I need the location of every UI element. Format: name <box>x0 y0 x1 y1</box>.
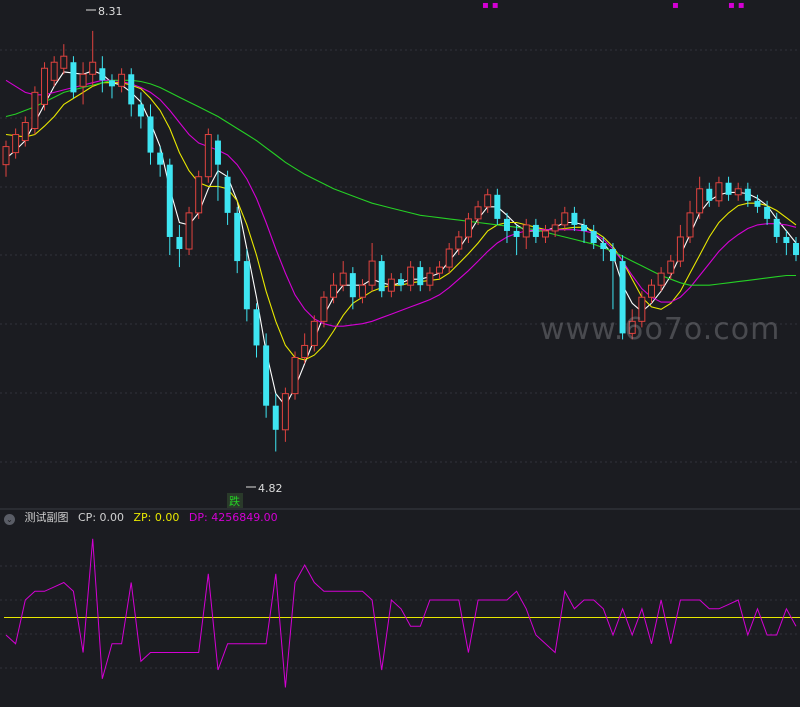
candle-body-down <box>590 230 597 243</box>
candle-body-down <box>513 230 520 237</box>
candle-body-down <box>70 62 77 93</box>
candle-body-up <box>686 212 694 238</box>
candle-body-up <box>195 176 203 214</box>
candle-body-down <box>108 80 115 87</box>
candle-body-up <box>301 344 309 358</box>
candle-body-down <box>176 236 183 250</box>
candle-body-up <box>50 61 58 81</box>
signal-badge: 跌 <box>229 494 240 508</box>
dp-line <box>5 538 797 688</box>
candle-body-up <box>60 55 68 69</box>
candle-body-down <box>263 345 270 406</box>
candle-body-down <box>147 116 154 153</box>
candle-body-down <box>243 261 250 310</box>
candle-body-up <box>79 73 87 87</box>
candle-body-up <box>320 296 328 322</box>
candle-body-down <box>494 194 501 219</box>
candle-body-down <box>532 224 539 237</box>
candle-body-up <box>676 236 684 262</box>
candle-body-up <box>387 278 395 292</box>
candle-body-down <box>272 405 279 430</box>
candle-body-down <box>764 206 771 219</box>
indicator-title[interactable]: 测试副图 <box>25 511 69 524</box>
candle-body-down <box>99 68 106 81</box>
candle-body-up <box>185 212 193 250</box>
candle-body-up <box>436 266 444 274</box>
candle-body-up <box>2 146 10 166</box>
candle-body-up <box>426 272 434 286</box>
indicator-header: ⌄ 测试副图 CP: 0.00 ZP: 0.00 DP: 4256849.00 <box>0 511 800 527</box>
candle-body-up <box>657 272 665 286</box>
candle-body-up <box>667 260 675 274</box>
candle-body-up <box>41 67 49 105</box>
candle-body-down <box>571 212 578 225</box>
candle-body-up <box>204 134 212 178</box>
low-price-label: 4.82 <box>258 482 283 495</box>
indicator-line <box>5 538 797 688</box>
candle-body-down <box>754 200 761 207</box>
candle-body-up <box>12 134 20 154</box>
candle-body-up <box>542 230 549 238</box>
high-price-label: 8.31 <box>98 5 123 18</box>
candle-body-down <box>166 164 173 237</box>
candle-body-up <box>464 218 472 238</box>
marker-dots-top-right2: ▪▪ <box>728 0 748 11</box>
candle-body-down <box>773 218 780 237</box>
candle-body-down <box>706 188 713 201</box>
candle-body-down <box>157 152 164 165</box>
candle-body-up <box>484 194 492 208</box>
cp-value: CP: 0.00 <box>78 511 125 524</box>
candle-body-down <box>214 140 221 165</box>
candle-body-up <box>715 182 723 202</box>
dp-value: DP: 4256849.00 <box>188 511 278 524</box>
candle-body-up <box>339 272 347 286</box>
candle-body-down <box>744 188 751 201</box>
candle-body-down <box>128 74 135 105</box>
candle-body-up <box>310 320 318 346</box>
candlestick-series <box>2 30 799 452</box>
candle-body-down <box>253 309 260 346</box>
candle-body-up <box>407 266 415 286</box>
candle-body-up <box>474 206 482 220</box>
candle-body-up <box>281 393 289 431</box>
marker-dots-top: ▪▪ <box>482 0 502 11</box>
candle-body-up <box>648 284 655 298</box>
candle-body-down <box>783 236 790 243</box>
chart-canvas: 8.31 4.82 跌 <box>0 5 800 688</box>
candle-body-down <box>609 249 616 262</box>
candle-body-up <box>358 284 366 298</box>
candle-body-down <box>503 218 510 231</box>
candle-body-up <box>455 236 463 250</box>
chevron-down-icon[interactable]: ⌄ <box>4 514 15 525</box>
candle-body-down <box>581 224 588 231</box>
candle-body-up <box>696 188 704 214</box>
candle-body-up <box>368 260 376 286</box>
candle-body-down <box>378 261 385 292</box>
candle-body-up <box>522 224 530 238</box>
candle-body-down <box>224 176 231 213</box>
candle-body-down <box>398 279 404 286</box>
candle-body-down <box>137 104 144 117</box>
candle-body-down <box>349 273 356 298</box>
candle-body-up <box>551 224 559 232</box>
watermark: www.6o7o.com <box>540 312 781 347</box>
candle-body-up <box>118 73 126 87</box>
candle-body-down <box>234 212 241 262</box>
candle-body-up <box>561 212 569 226</box>
marker-dots-top-right: ▪ <box>672 0 682 11</box>
candle-body-up <box>21 121 29 142</box>
candle-body-up <box>445 248 453 268</box>
candle-body-down <box>793 243 799 256</box>
candle-body-up <box>734 188 742 196</box>
candle-body-down <box>417 267 424 286</box>
candle-body-down <box>725 182 732 195</box>
candle-body-up <box>291 356 299 395</box>
candle-body-up <box>89 61 97 75</box>
zp-value: ZP: 0.00 <box>133 511 180 524</box>
candle-body-up <box>330 284 338 298</box>
candle-body-up <box>31 91 39 130</box>
candle-body-down <box>600 243 607 250</box>
